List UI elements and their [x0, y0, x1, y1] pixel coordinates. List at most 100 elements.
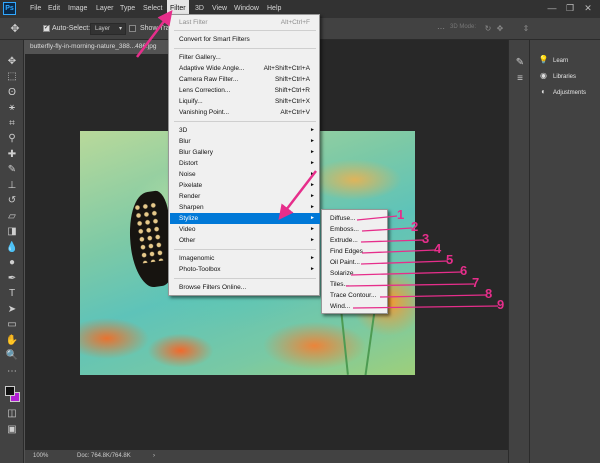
magic-wand-tool-icon[interactable]: ⚹: [5, 102, 19, 114]
rectangle-tool-icon[interactable]: ▭: [5, 319, 19, 331]
marquee-tool-icon[interactable]: ⬚: [5, 71, 19, 83]
move-tool-icon[interactable]: ✥: [8, 22, 22, 36]
menu-item-shortcut: Alt+Ctrl+F: [280, 19, 310, 26]
menu-item-shortcut: Shift+Ctrl+A: [274, 76, 310, 83]
menu-item-last-filter[interactable]: Last Filter Alt+Ctrl+F: [170, 17, 320, 28]
3d-mode-label: 3D Mode:: [450, 24, 477, 30]
menu-item-noise[interactable]: Noise ►: [170, 169, 320, 180]
submenu-item-tiles[interactable]: Tiles...: [323, 279, 388, 290]
restore-icon[interactable]: ❐: [563, 2, 577, 15]
submenu-item-trace-contour[interactable]: Trace Contour...: [323, 290, 388, 301]
menu-item-sharpen[interactable]: Sharpen ►: [170, 202, 320, 213]
pen-tool-icon[interactable]: ✒: [5, 273, 19, 285]
menu-separator: [174, 278, 316, 279]
annotation-number-3: 3: [422, 231, 430, 246]
submenu-item-wind[interactable]: Wind...: [323, 301, 388, 312]
quick-mask-icon[interactable]: ◫: [5, 408, 19, 420]
menu-item-blur-gallery[interactable]: Blur Gallery ►: [170, 147, 320, 158]
submenu-item-oil-paint[interactable]: Oil Paint...: [323, 257, 388, 268]
hand-tool-icon[interactable]: ✋: [5, 335, 19, 347]
menu-item-label: Video: [179, 226, 196, 233]
menu-item-render[interactable]: Render ►: [170, 191, 320, 202]
eraser-tool-icon[interactable]: ▱: [5, 211, 19, 223]
move-tool-icon[interactable]: ✥: [5, 56, 19, 68]
menu-file[interactable]: File: [27, 0, 44, 18]
panel-learn[interactable]: 💡 Learn: [538, 53, 569, 67]
menu-item-label: Adaptive Wide Angle...: [179, 65, 245, 72]
submenu-item-extrude[interactable]: Extrude...: [323, 235, 388, 246]
menu-item-lens-correction[interactable]: Lens Correction... Shift+Ctrl+R: [170, 85, 320, 96]
menu-item-label: Photo-Toolbox: [179, 266, 221, 273]
3d-pan-icon[interactable]: ✥: [494, 23, 506, 35]
eyedropper-tool-icon[interactable]: ⚲: [5, 133, 19, 145]
zoom-tool-icon[interactable]: 🔍: [5, 350, 19, 362]
foreground-color-swatch[interactable]: [5, 386, 15, 396]
healing-brush-tool-icon[interactable]: ✚: [5, 149, 19, 161]
menu-item-liquify[interactable]: Liquify... Shift+Ctrl+X: [170, 96, 320, 107]
menu-select[interactable]: Select: [140, 0, 165, 18]
menu-edit[interactable]: Edit: [45, 0, 63, 18]
menu-item-photo-toolbox[interactable]: Photo-Toolbox ►: [170, 264, 320, 275]
menu-item-filter-gallery[interactable]: Filter Gallery...: [170, 52, 320, 63]
menu-item-other[interactable]: Other ►: [170, 235, 320, 246]
menu-item-convert-for-smart-filters[interactable]: Convert for Smart Filters: [170, 34, 320, 45]
submenu-arrow-icon: ►: [310, 266, 315, 272]
menu-layer[interactable]: Layer: [93, 0, 117, 18]
menu-image[interactable]: Image: [65, 0, 90, 18]
panel-learn-label: Learn: [553, 58, 569, 64]
menu-item-3d[interactable]: 3D ►: [170, 125, 320, 136]
menu-item-blur[interactable]: Blur ►: [170, 136, 320, 147]
lasso-tool-icon[interactable]: ʘ: [5, 87, 19, 99]
submenu-item-diffuse[interactable]: Diffuse...: [323, 213, 388, 224]
stylize-submenu: Diffuse... Emboss... Extrude... Find Edg…: [321, 209, 388, 314]
menu-item-adaptive-wide-angle[interactable]: Adaptive Wide Angle... Alt+Shift+Ctrl+A: [170, 63, 320, 74]
dodge-tool-icon[interactable]: ●: [5, 257, 19, 269]
show-transform-checkbox[interactable]: [129, 25, 136, 32]
menu-item-browse-filters-online[interactable]: Browse Filters Online...: [170, 282, 320, 293]
menu-item-label: Stylize: [179, 215, 199, 222]
menu-item-camera-raw-filter[interactable]: Camera Raw Filter... Shift+Ctrl+A: [170, 74, 320, 85]
status-menu-arrow-icon[interactable]: ›: [153, 450, 155, 463]
submenu-item-emboss[interactable]: Emboss...: [323, 224, 388, 235]
menu-item-label: Liquify...: [179, 98, 203, 105]
minimize-icon[interactable]: —: [545, 2, 559, 15]
menu-item-vanishing-point[interactable]: Vanishing Point... Alt+Ctrl+V: [170, 107, 320, 118]
more-options-icon[interactable]: ⋯: [435, 23, 447, 35]
panel-adjustments[interactable]: ◐ Adjustments: [538, 85, 586, 99]
menu-item-pixelate[interactable]: Pixelate ►: [170, 180, 320, 191]
type-tool-icon[interactable]: T: [5, 288, 19, 300]
close-icon[interactable]: ✕: [581, 2, 595, 15]
submenu-arrow-icon: ►: [310, 193, 315, 199]
menu-type[interactable]: Type: [117, 0, 138, 18]
menu-item-imagenomic[interactable]: Imagenomic ►: [170, 253, 320, 264]
brush-settings-icon[interactable]: ✎: [513, 56, 527, 70]
crop-tool-icon[interactable]: ⌗: [5, 118, 19, 130]
menu-item-stylize[interactable]: Stylize ►: [170, 213, 320, 224]
3d-rotate-icon[interactable]: ↻: [482, 23, 494, 35]
clone-stamp-tool-icon[interactable]: ⊥: [5, 180, 19, 192]
path-selection-tool-icon[interactable]: ➤: [5, 304, 19, 316]
3d-slide-icon[interactable]: ⇕: [520, 23, 532, 35]
zoom-level[interactable]: 100%: [33, 450, 48, 463]
menu-item-label: Camera Raw Filter...: [179, 76, 239, 83]
menu-item-video[interactable]: Video ►: [170, 224, 320, 235]
more-tools-icon[interactable]: ⋯: [5, 366, 19, 378]
auto-select-target-dropdown[interactable]: Layer ▾: [90, 23, 126, 35]
menu-item-label: 3D: [179, 127, 188, 134]
gradient-tool-icon[interactable]: ◨: [5, 226, 19, 238]
brush-tool-icon[interactable]: ✎: [5, 164, 19, 176]
history-brush-tool-icon[interactable]: ↺: [5, 195, 19, 207]
auto-select-checkbox[interactable]: ✓: [43, 25, 50, 32]
menu-item-distort[interactable]: Distort ►: [170, 158, 320, 169]
dropdown-value: Layer: [95, 26, 111, 32]
submenu-item-solarize[interactable]: Solarize: [323, 268, 388, 279]
brush-presets-icon[interactable]: ≡: [513, 72, 527, 86]
annotation-number-5: 5: [446, 252, 454, 267]
submenu-arrow-icon: ►: [310, 204, 315, 210]
blur-tool-icon[interactable]: 💧: [5, 242, 19, 254]
submenu-arrow-icon: ►: [310, 138, 315, 144]
show-transform-label: Show Tra: [140, 25, 170, 32]
submenu-item-find-edges[interactable]: Find Edges: [323, 246, 388, 257]
screen-mode-icon[interactable]: ▣: [5, 424, 19, 436]
panel-libraries[interactable]: ◉ Libraries: [538, 69, 576, 83]
